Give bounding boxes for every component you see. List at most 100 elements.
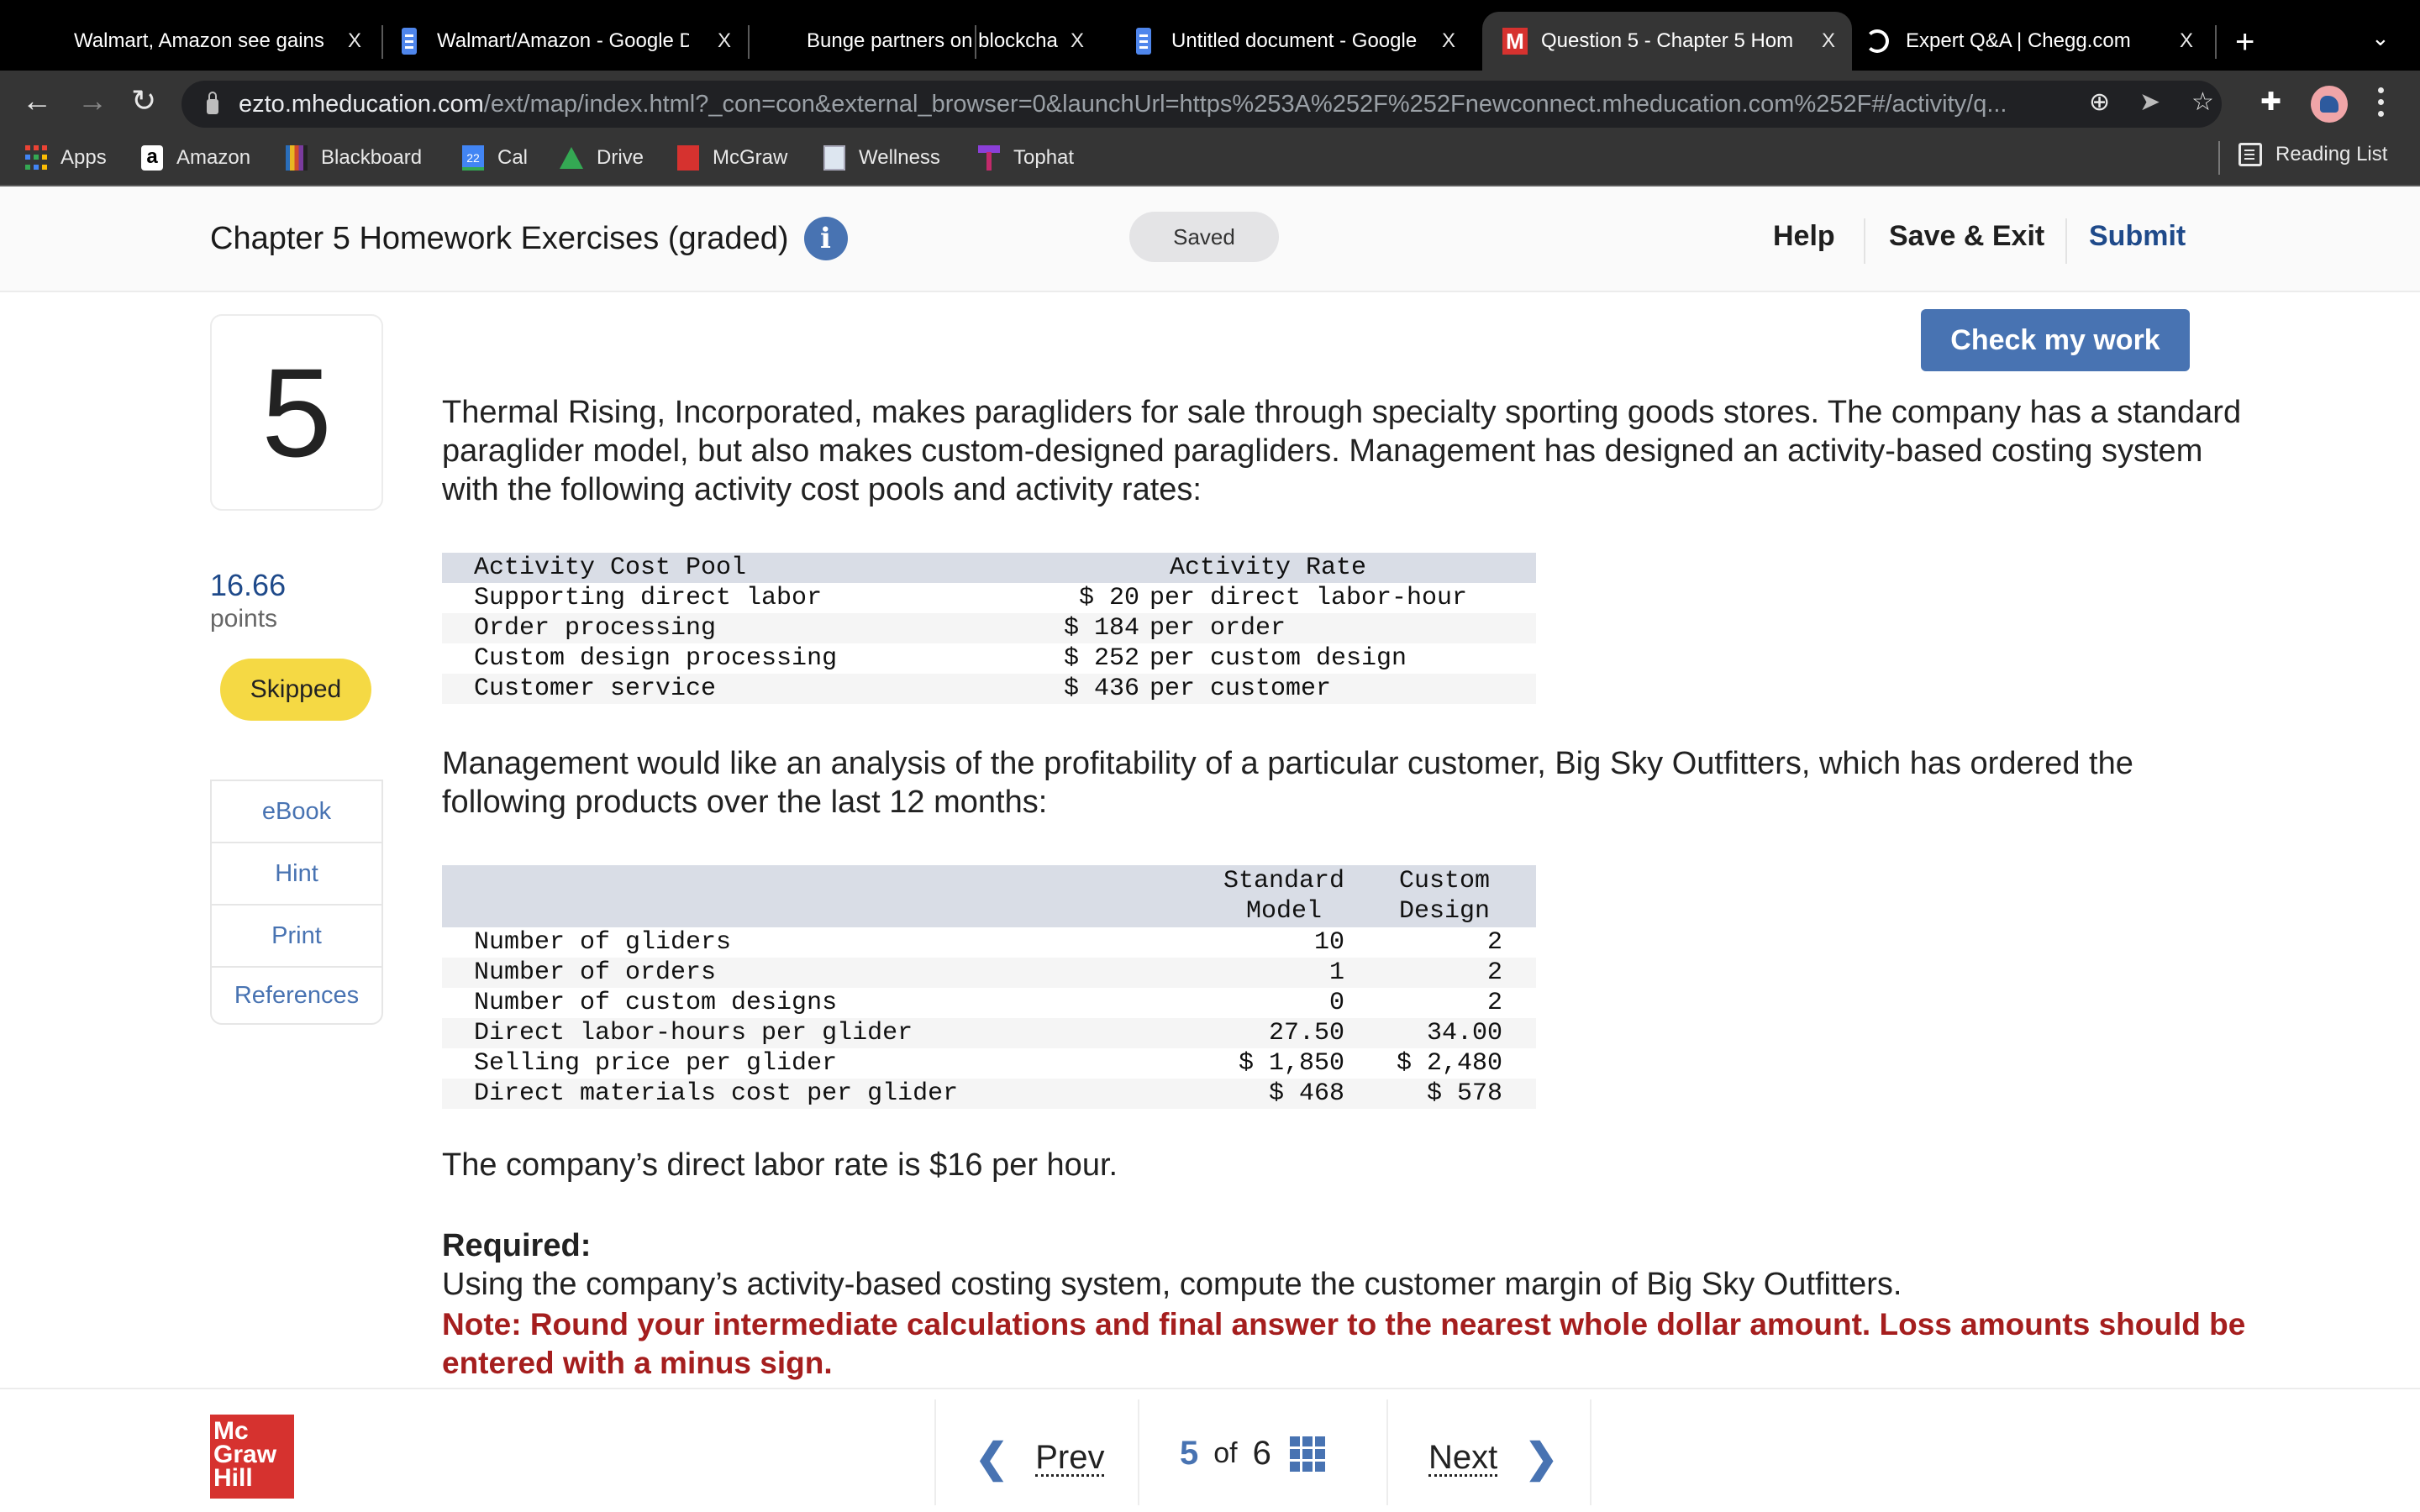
browser-tab-strip: Walmart, Amazon see gains X Walmart/Amaz…	[0, 0, 2420, 71]
pager-divider	[934, 1399, 936, 1505]
close-tab-icon[interactable]: X	[1442, 29, 1455, 53]
pager-of: of	[1213, 1437, 1238, 1469]
bookmark-cal[interactable]: 22 Cal	[462, 143, 528, 173]
url-text[interactable]: ezto.mheducation.com/ext/map/index.html?…	[239, 91, 2079, 118]
bookmark-tophat[interactable]: Tophat	[978, 143, 1074, 173]
chevron-right-icon: ❯	[1524, 1436, 1559, 1481]
custom-value: 2	[1486, 989, 1502, 1017]
amazon-icon: a	[141, 145, 163, 171]
rate-cell: $ 436	[1063, 675, 1139, 703]
prev-label: Prev	[1035, 1438, 1105, 1477]
standard-value: 1	[1329, 958, 1345, 987]
mcgraw-m-icon: M	[1502, 28, 1528, 55]
header-activity-cost-pool: Activity Cost Pool	[474, 554, 747, 582]
close-tab-icon[interactable]: X	[718, 29, 731, 53]
header-divider	[1864, 218, 1865, 264]
help-link[interactable]: Help	[1773, 220, 1835, 253]
back-arrow-icon[interactable]: ←	[22, 82, 52, 119]
close-tab-icon[interactable]: X	[2180, 29, 2193, 53]
close-tab-icon[interactable]: X	[1822, 29, 1835, 53]
question-grid-icon[interactable]	[1289, 1436, 1325, 1472]
products-table: Standard Model Custom Design Number of g…	[442, 865, 1536, 1109]
total-questions: 6	[1252, 1435, 1271, 1472]
browser-tab-active[interactable]: M Question 5 - Chapter 5 Hom X	[1482, 12, 1852, 71]
close-tab-icon[interactable]: X	[348, 29, 361, 53]
reading-list-label: Reading List	[2275, 143, 2388, 165]
save-exit-link[interactable]: Save & Exit	[1889, 220, 2044, 253]
analysis-text: Management would like an analysis of the…	[442, 746, 2133, 820]
bookmark-label: McGraw	[713, 146, 788, 169]
chevron-left-icon: ❮	[975, 1436, 1009, 1481]
table-row: Direct labor-hours per glider 27.50 34.0…	[442, 1018, 1536, 1048]
bookmark-label: Amazon	[176, 146, 251, 169]
bookmark-star-icon[interactable]: ☆	[2191, 87, 2214, 117]
next-button[interactable]: Next ❯	[1428, 1435, 1558, 1482]
forward-arrow-icon[interactable]: →	[77, 82, 108, 119]
table-row: Customer service $ 436 per customer	[442, 674, 1536, 704]
reading-list-button[interactable]: Reading List	[2238, 143, 2387, 166]
question-intro: Thermal Rising, Incorporated, makes para…	[442, 395, 2242, 507]
bookmarks-bar: Apps a Amazon Blackboard 22 Cal Drive Mc…	[0, 131, 2420, 186]
bookmarks-divider	[2218, 141, 2220, 175]
submit-link[interactable]: Submit	[2089, 220, 2186, 253]
ebook-link[interactable]: eBook	[212, 781, 381, 843]
standard-value: $ 1,850	[1239, 1049, 1345, 1078]
tab-divider	[2215, 25, 2217, 59]
tophat-icon	[978, 145, 1000, 171]
bookmark-label: Blackboard	[321, 146, 423, 169]
bookmark-mcgraw[interactable]: McGraw	[677, 143, 787, 173]
tab-search-chevron-icon[interactable]: ⌄	[2371, 25, 2390, 51]
prev-button[interactable]: ❮ Prev	[975, 1435, 1105, 1482]
bookmark-label: Drive	[597, 146, 644, 169]
check-my-work-button[interactable]: Check my work	[1921, 309, 2190, 371]
browser-tab[interactable]: Walmart/Amazon - Google D X	[387, 12, 748, 71]
blackboard-icon	[286, 145, 308, 171]
reload-icon[interactable]: ↻	[131, 82, 156, 119]
bookmark-apps[interactable]: Apps	[25, 143, 107, 173]
next-label: Next	[1428, 1438, 1498, 1477]
points-label: points	[210, 605, 278, 633]
print-link[interactable]: Print	[212, 906, 381, 968]
bookmark-wellness[interactable]: Wellness	[823, 143, 940, 173]
table-row: Number of orders 1 2	[442, 958, 1536, 988]
row-label: Number of gliders	[474, 928, 732, 957]
tab-divider	[975, 25, 976, 59]
row-label: Number of orders	[474, 958, 717, 987]
info-icon[interactable]: i	[803, 217, 848, 260]
rate-cell: $ 184	[1063, 614, 1139, 643]
header-activity-rate: Activity Rate	[1170, 554, 1367, 582]
standard-value: 0	[1329, 989, 1345, 1017]
basis-cell: per direct labor-hour	[1150, 584, 1468, 612]
question-pager[interactable]: 5 of 6	[1180, 1435, 1325, 1473]
bookmark-drive[interactable]: Drive	[560, 143, 644, 173]
send-icon[interactable]: ➤	[2139, 87, 2160, 117]
loading-spinner-icon	[1865, 29, 1889, 53]
bookmark-blackboard[interactable]: Blackboard	[286, 143, 422, 173]
bookmark-amazon[interactable]: a Amazon	[141, 143, 250, 173]
custom-value: 2	[1486, 958, 1502, 987]
tab-title: Walmart/Amazon - Google D	[437, 29, 689, 52]
wellness-icon	[823, 145, 845, 171]
extensions-puzzle-icon[interactable]: ✚	[2260, 87, 2281, 117]
hint-link[interactable]: Hint	[212, 843, 381, 906]
assignment-title: Chapter 5 Homework Exercises (graded) i	[210, 217, 848, 260]
browser-tab[interactable]: Walmart, Amazon see gains X	[50, 12, 378, 71]
table-row: Order processing $ 184 per order	[442, 613, 1536, 643]
footer-navigation: Mc Graw Hill ❮ Prev 5 of 6 Next ❯	[0, 1388, 2420, 1512]
question-tools: eBook Hint Print References	[210, 780, 383, 1025]
browser-toolbar: ← → ↻ ezto.mheducation.com/ext/map/index…	[0, 71, 2420, 131]
bookmark-label: Tophat	[1013, 146, 1075, 169]
standard-value: $ 468	[1269, 1079, 1345, 1108]
new-tab-button[interactable]: +	[2235, 20, 2254, 64]
address-bar[interactable]: ezto.mheducation.com/ext/map/index.html?…	[182, 81, 2222, 128]
zoom-magnifier-icon[interactable]: ⊕	[2089, 87, 2110, 117]
reading-list-icon	[2238, 143, 2262, 166]
profile-avatar[interactable]	[2311, 86, 2348, 123]
references-link[interactable]: References	[212, 968, 381, 1023]
skipped-status-badge: Skipped	[220, 659, 371, 721]
header-standard-model: Standard Model	[1223, 867, 1345, 926]
browser-tab[interactable]: Untitled document - Google X	[985, 12, 1472, 71]
browser-menu-icon[interactable]	[2378, 87, 2385, 117]
standard-value: 27.50	[1269, 1019, 1345, 1047]
browser-tab[interactable]: Expert Q&A | Chegg.com X	[1857, 12, 2210, 71]
